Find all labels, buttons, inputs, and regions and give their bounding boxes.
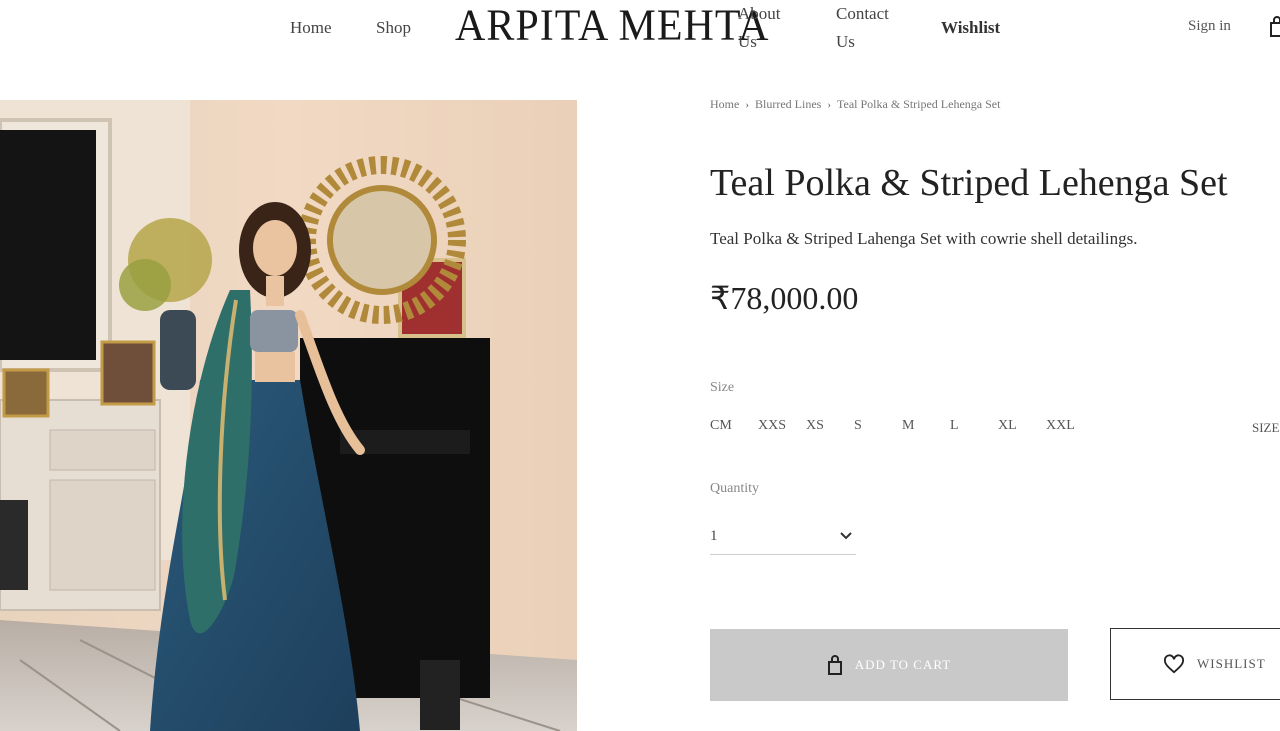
product-description: Teal Polka & Striped Lahenga Set with co…	[710, 229, 1138, 248]
nav-shop[interactable]: Shop	[376, 14, 411, 42]
add-to-cart-label: ADD TO CART	[854, 657, 952, 672]
size-chart-link[interactable]: SIZE	[1252, 420, 1279, 436]
nav-wishlist[interactable]: Wishlist	[941, 14, 1000, 42]
quantity-value: 1	[710, 528, 718, 544]
breadcrumb-current: Teal Polka & Striped Lehenga Set	[837, 97, 1001, 111]
quantity-select[interactable]: 1	[710, 520, 856, 555]
shopping-bag-icon	[827, 655, 842, 675]
product-price: ₹78,000.00	[710, 280, 859, 316]
breadcrumb-separator-icon: ›	[827, 99, 831, 111]
breadcrumb: Home › Blurred Lines › Teal Polka & Striped …	[710, 97, 1000, 112]
wishlist-button[interactable]: WISHLIST	[1110, 628, 1280, 700]
size-label: Size	[710, 380, 735, 395]
product-photo-illustration	[0, 100, 577, 731]
size-options: CM XXS XS S M L XL XXL	[710, 418, 1094, 434]
nav-home[interactable]: Home	[290, 14, 332, 42]
product-title: Teal Polka & Striped Lehenga Set	[710, 162, 1228, 204]
breadcrumb-separator-icon: ›	[745, 99, 749, 111]
size-option-xxl[interactable]: XXL	[1046, 418, 1094, 434]
brand-logo[interactable]: ARPITA MEHTA	[455, 1, 769, 51]
quantity-label: Quantity	[710, 481, 759, 496]
size-option-xxs[interactable]: XXS	[758, 418, 806, 434]
wishlist-button-label: WISHLIST	[1197, 656, 1266, 671]
size-option-xs[interactable]: XS	[806, 418, 854, 434]
nav-contact-us[interactable]: Contact Us	[836, 0, 906, 56]
size-option-cm[interactable]: CM	[710, 418, 758, 434]
size-option-m[interactable]: M	[902, 418, 950, 434]
sign-in-link[interactable]: Sign in	[1188, 18, 1231, 35]
breadcrumb-collection[interactable]: Blurred Lines	[755, 97, 821, 112]
product-image[interactable]	[0, 100, 577, 731]
size-option-xl[interactable]: XL	[998, 418, 1046, 434]
size-option-s[interactable]: S	[854, 418, 902, 434]
shopping-bag-icon[interactable]	[1268, 16, 1280, 38]
breadcrumb-home[interactable]: Home	[710, 97, 739, 112]
heart-icon	[1164, 654, 1184, 674]
chevron-down-icon	[840, 532, 852, 540]
add-to-cart-button[interactable]: ADD TO CART	[710, 629, 1068, 701]
nav-about-us[interactable]: About Us	[738, 0, 798, 56]
size-option-l[interactable]: L	[950, 418, 998, 434]
